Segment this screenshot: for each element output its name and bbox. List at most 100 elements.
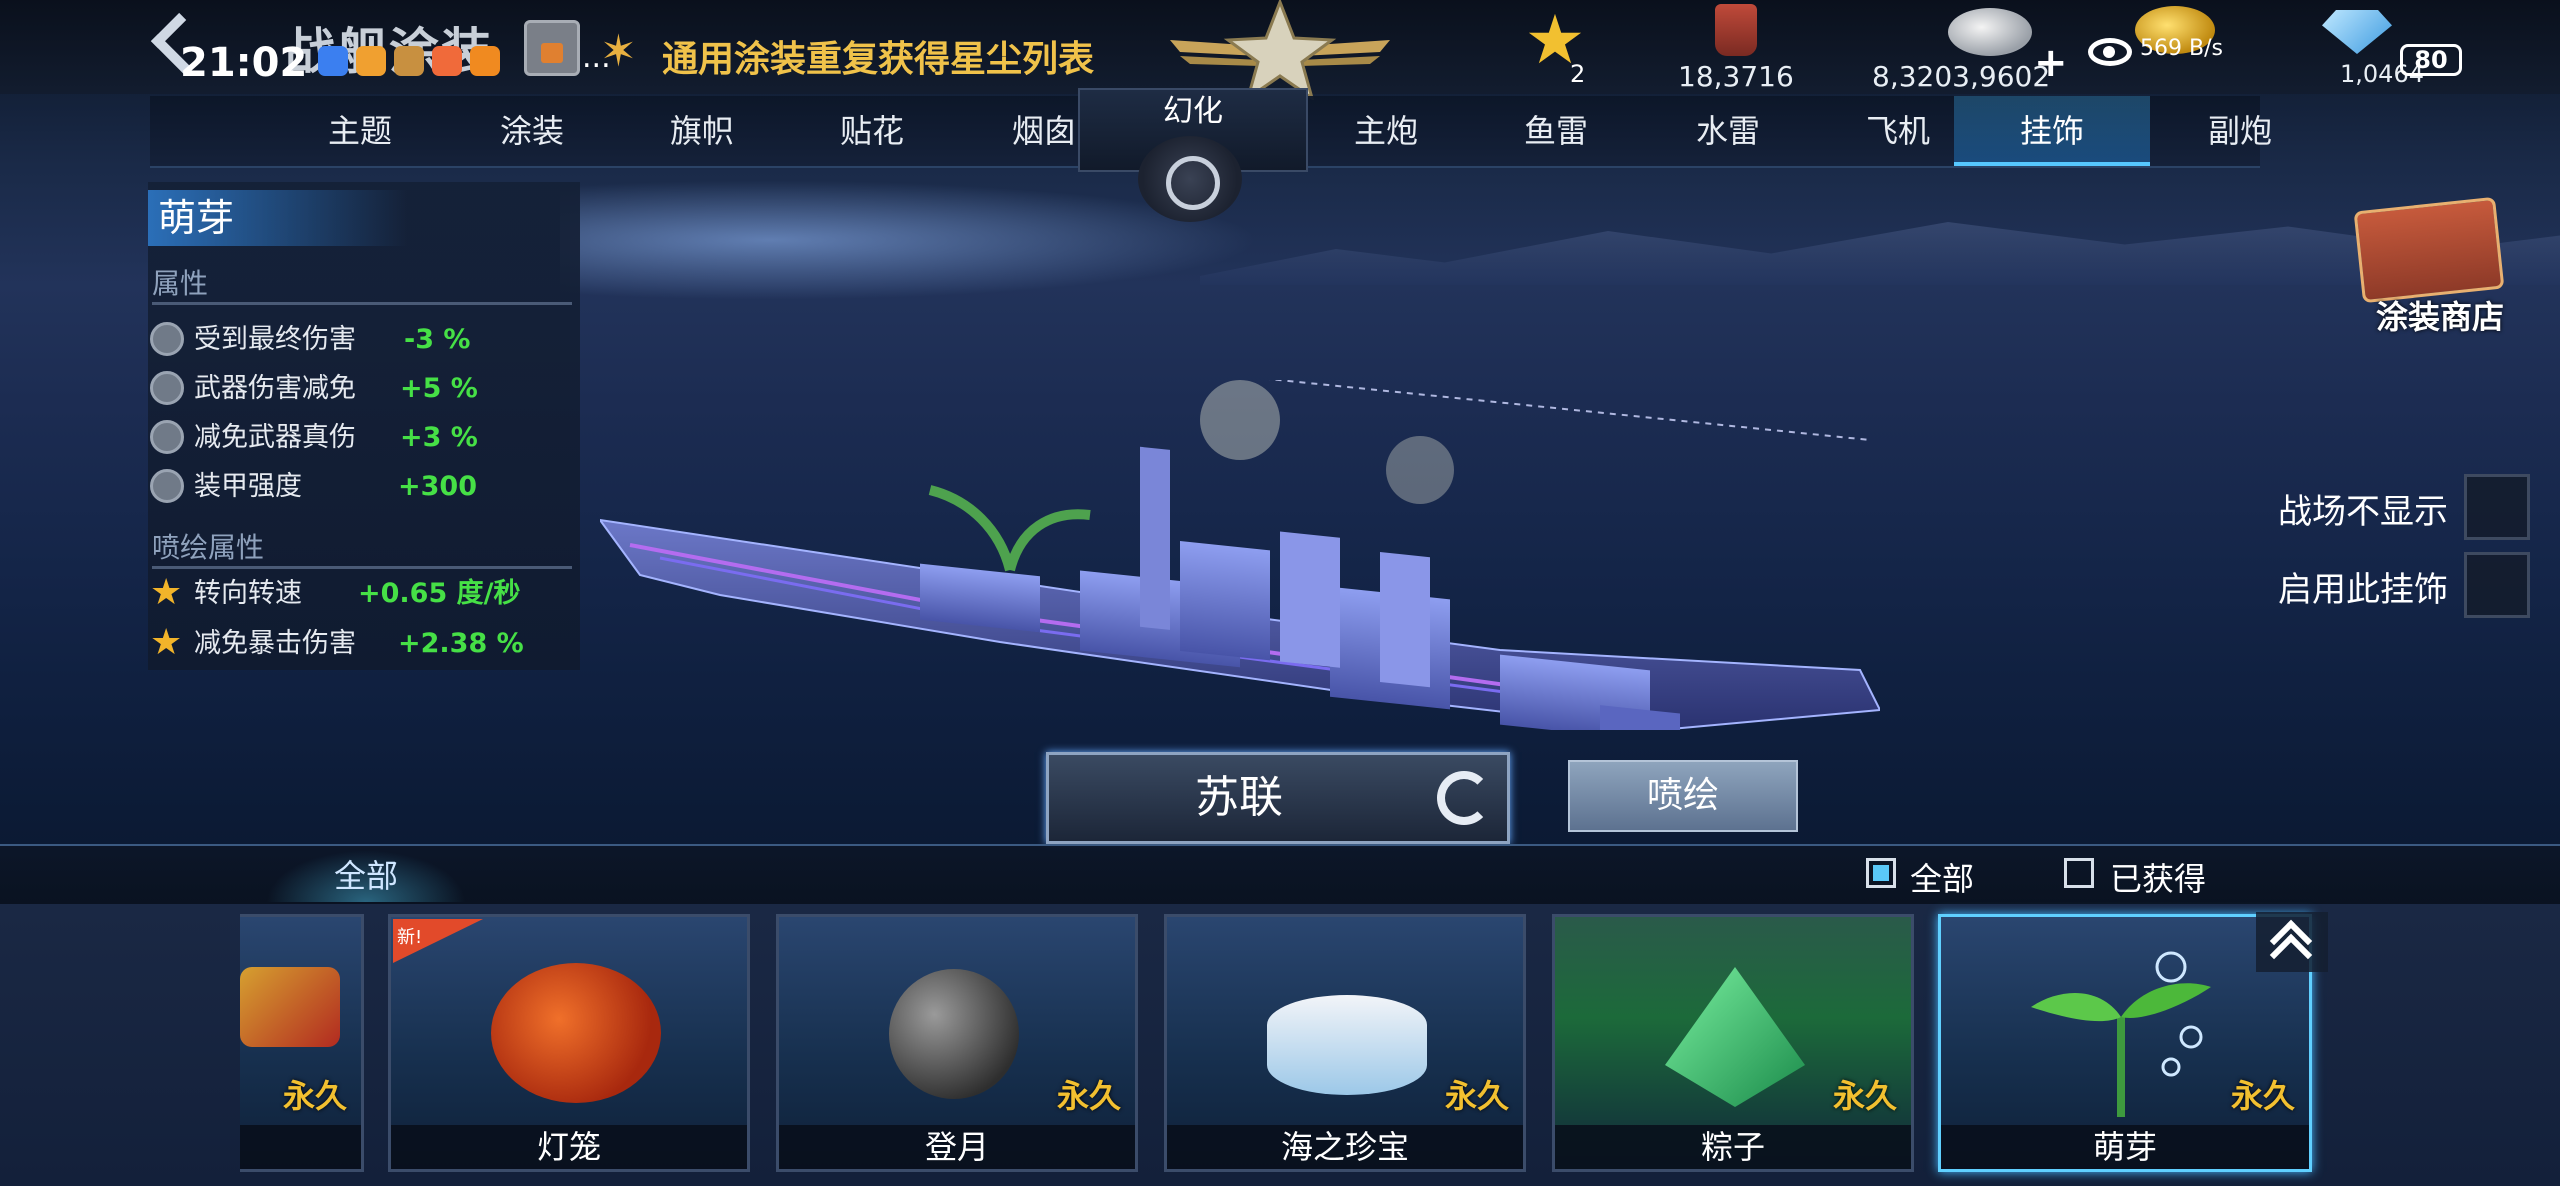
paint-attribute-section-title: 喷绘属性 (152, 531, 265, 564)
attribute-value: +3 % (400, 422, 478, 453)
ornament-name: 萌芽 (148, 190, 408, 246)
star-icon: ★ (150, 572, 183, 613)
lantern-icon (491, 963, 661, 1103)
all-checkbox[interactable] (1866, 858, 1896, 888)
attribute-value: +300 (398, 471, 477, 502)
card-name (240, 1125, 361, 1169)
owned-checkbox-label[interactable]: 已获得 (2110, 854, 2206, 900)
card-name: 粽子 (1555, 1125, 1911, 1169)
attribute-value: +5 % (400, 373, 478, 404)
tab-decal[interactable]: 贴花 (812, 96, 932, 166)
attribute-name: 转向转速 (194, 578, 302, 609)
divider (152, 566, 572, 569)
app-notification-icon (470, 46, 500, 76)
rank-emblem-icon (1170, 0, 1390, 100)
hide-in-battle-label: 战场不显示 (2278, 492, 2448, 532)
attribute-value: +2.38 % (398, 628, 524, 659)
attribute-row: 受到最终伤害 -3 % (150, 320, 580, 360)
attribute-icon (150, 469, 184, 503)
attribute-name: 装甲强度 (194, 471, 302, 502)
duration-label: 永久 (1056, 1077, 1121, 1115)
owned-checkbox[interactable] (2064, 858, 2094, 888)
silver-currency-count: 8,3203,9602 (1872, 60, 2051, 93)
card-name: 灯笼 (391, 1125, 747, 1169)
add-silver-button[interactable]: + (2034, 40, 2068, 86)
ornament-card-lantern[interactable]: 新! 灯笼 (388, 914, 750, 1172)
ornament-card[interactable]: 永久 (240, 914, 364, 1172)
ornament-card-sea-treasure[interactable]: 永久 海之珍宝 (1164, 914, 1526, 1172)
hide-in-battle-checkbox[interactable] (2464, 474, 2530, 540)
tab-theme[interactable]: 主题 (300, 96, 420, 166)
attribute-name: 减免暴击伤害 (194, 628, 356, 659)
attribute-section-title: 属性 (152, 267, 209, 300)
paint-shop-link[interactable]: 涂装商店 (2376, 292, 2504, 338)
cake-icon (1267, 995, 1427, 1095)
ornament-card-moon[interactable]: 永久 登月 (776, 914, 1138, 1172)
zongzi-icon (1665, 967, 1805, 1107)
ornament-card-zongzi[interactable]: 永久 粽子 (1552, 914, 1914, 1172)
card-name: 登月 (779, 1125, 1135, 1169)
status-time: 21:02 (180, 40, 308, 86)
eye-icon[interactable] (2088, 38, 2132, 66)
enable-ornament-label: 启用此挂饰 (2278, 570, 2448, 610)
attribute-name: 受到最终伤害 (194, 324, 356, 355)
treasure-chest-icon (240, 967, 340, 1047)
transform-icon[interactable] (1138, 136, 1242, 222)
enable-ornament-checkbox[interactable] (2464, 552, 2530, 618)
tab-transform-label: 幻化 (1163, 94, 1223, 129)
tab-main-gun[interactable]: 主炮 (1326, 96, 1446, 166)
moon-icon (889, 969, 1019, 1099)
paint-bucket-icon (1715, 4, 1757, 56)
app-notification-icon (432, 46, 462, 76)
tab-flag[interactable]: 旗帜 (642, 96, 762, 166)
refresh-icon[interactable] (1437, 771, 1491, 825)
duration-label: 永久 (1832, 1077, 1897, 1115)
star-currency-count: 2 (1570, 60, 1586, 88)
attribute-row: 减免武器真伤 +3 % (150, 418, 580, 458)
attribute-name: 武器伤害减免 (194, 373, 356, 404)
collapse-list-button[interactable] (2256, 912, 2328, 977)
paint-attribute-row: ★ 减免暴击伤害 +2.38 % (150, 624, 580, 664)
app-notification-icon (356, 46, 386, 76)
nation-select-button[interactable]: 苏联 (1046, 752, 1510, 844)
network-speed: 569 B/s (2140, 36, 2223, 61)
app-notification-icon (394, 46, 424, 76)
paint-attribute-row: ★ 转向转速 +0.65 度/秒 (150, 574, 580, 614)
attribute-icon (150, 420, 184, 454)
divider (152, 302, 572, 305)
silver-coins-icon (1948, 8, 2032, 56)
duration-label: 永久 (282, 1077, 347, 1115)
attribute-icon (150, 371, 184, 405)
tab-secondary-gun[interactable]: 副炮 (2180, 96, 2300, 166)
attribute-row: 装甲强度 +300 (150, 467, 580, 507)
card-name: 萌芽 (1941, 1125, 2309, 1169)
card-name: 海之珍宝 (1167, 1125, 1523, 1169)
duration-label: 永久 (1444, 1077, 1509, 1115)
filter-tab-all[interactable]: 全部 (266, 850, 466, 902)
tab-aircraft[interactable]: 飞机 (1838, 96, 1958, 166)
attribute-row: 武器伤害减免 +5 % (150, 369, 580, 409)
star-icon: ★ (150, 622, 183, 663)
battery-icon: 80 (2400, 44, 2462, 76)
attribute-value: -3 % (404, 324, 471, 355)
app-notification-icon (318, 46, 348, 76)
battleship-model (600, 380, 1880, 730)
sprout-icon (2031, 951, 2211, 1117)
paint-currency-count: 18,3716 (1678, 60, 1794, 93)
paint-button[interactable]: 喷绘 (1568, 760, 1798, 832)
tab-torpedo[interactable]: 鱼雷 (1496, 96, 1616, 166)
status-app-icons (318, 46, 543, 78)
duration-label: 永久 (2230, 1077, 2295, 1115)
stardust-list-link[interactable]: 通用涂装重复获得星尘列表 (662, 30, 1094, 82)
paint-shop-chest-icon[interactable] (2353, 196, 2505, 304)
tab-mine[interactable]: 水雷 (1668, 96, 1788, 166)
attribute-value: +0.65 度/秒 (358, 578, 521, 609)
nation-label: 苏联 (1195, 772, 1283, 823)
tab-ornament[interactable]: 挂饰 (1954, 96, 2150, 166)
new-badge: 新! (393, 919, 483, 963)
status-more: ... (582, 40, 611, 75)
all-checkbox-label[interactable]: 全部 (1910, 854, 1974, 900)
attribute-name: 减免武器真伤 (194, 422, 356, 453)
attribute-icon (150, 322, 184, 356)
tab-paint[interactable]: 涂装 (472, 96, 592, 166)
